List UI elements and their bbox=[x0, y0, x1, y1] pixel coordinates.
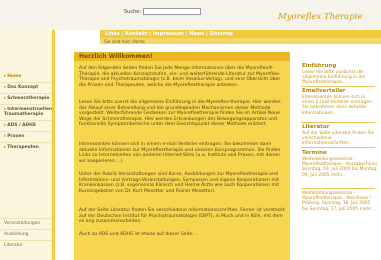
sidebar-item-label: Intermenstruellen Traumatherapie bbox=[4, 107, 52, 117]
bullet-icon: ▸ bbox=[4, 74, 7, 79]
divider bbox=[0, 104, 52, 105]
sidebar-link-literatur[interactable]: Literatur bbox=[4, 243, 23, 248]
sidebar-item-label: Praxen bbox=[7, 134, 25, 139]
intro-paragraph: Auf der Seite Literatur finden Sie versc… bbox=[79, 208, 285, 224]
teaser-text[interactable]: Interessenten können sich in einen E-mai… bbox=[302, 95, 378, 116]
intro-paragraph: Interessenten können sich in einem e-mai… bbox=[79, 142, 281, 164]
sidebar-link-veranstaltungen[interactable]: Veranstaltungen bbox=[4, 221, 40, 226]
top-links[interactable]: Links | Kontakt | Impressum | News | Sit… bbox=[105, 31, 233, 37]
sidebar-item-label: Home bbox=[7, 74, 22, 79]
logo-text: Myoreflex Therapie bbox=[278, 12, 362, 22]
sidebar-item-label: Das Konzept bbox=[7, 85, 39, 90]
intro-paragraph: Lesen Sie bitte zuerst die allgemeine Ei… bbox=[79, 100, 281, 127]
bullet-icon: ▸ bbox=[4, 123, 7, 128]
sidebar-link-ausbildung[interactable]: Ausbildung bbox=[4, 232, 28, 237]
bullet-icon: ▸ bbox=[4, 96, 7, 101]
divider bbox=[0, 82, 52, 83]
event-text[interactable]: Weiterbildungsseminar - Myoreflextherapi… bbox=[302, 157, 378, 178]
intro-paragraph: Auch zu ADS und ADHS ist etwas auf diese… bbox=[79, 232, 199, 237]
teaser-text[interactable]: Auf der Seite Literatur finden Sie versc… bbox=[302, 131, 378, 147]
intro-paragraph: Unter der Rubrik Veranstaltungen sind Ku… bbox=[79, 172, 280, 194]
logo[interactable]: Myoreflex Therapie bbox=[277, 8, 378, 24]
sidebar-item-home[interactable]: ▸Home bbox=[4, 74, 21, 79]
logo-wordmark: Myoreflex Therapie bbox=[277, 12, 362, 22]
divider bbox=[0, 218, 52, 219]
divider bbox=[301, 86, 375, 87]
sidebar-heading-einfuehrung: Einführung bbox=[302, 63, 337, 69]
divider bbox=[0, 240, 52, 241]
sidebar-heading-emailverteiler: Emailverteiler bbox=[302, 88, 346, 94]
page: Suche: Myoreflex Therapie ▸Home ▸Das Kon… bbox=[0, 0, 381, 260]
search-input[interactable] bbox=[143, 8, 201, 15]
event-text[interactable]: Weiterbildungsseminar - Myoreflextherapi… bbox=[302, 191, 378, 212]
sidebar-accent bbox=[52, 30, 55, 260]
sidebar-item-ads-adhs[interactable]: ▸ADS / ADHS bbox=[4, 123, 36, 128]
breadcrumb: Sie sind hier: Home bbox=[104, 39, 145, 44]
divider bbox=[0, 142, 52, 143]
bullet-icon: ▸ bbox=[4, 85, 7, 90]
bullet-icon: ▸ bbox=[4, 134, 7, 139]
sidebar-item-label: Schmerztherapie bbox=[7, 96, 50, 101]
sidebar-item-praxen[interactable]: ▸Praxen bbox=[4, 134, 25, 139]
divider bbox=[301, 122, 375, 123]
divider bbox=[0, 229, 52, 230]
intro-paragraph: Auf den folgenden Seiten finden Sie jede… bbox=[79, 66, 281, 88]
divider bbox=[0, 120, 52, 121]
divider bbox=[0, 131, 52, 132]
sidebar-item-therapeuten[interactable]: ▸Therapeuten bbox=[4, 145, 39, 150]
divider bbox=[301, 147, 375, 148]
sidebar-item-label: Therapeuten bbox=[7, 145, 39, 150]
bullet-icon: ▸ bbox=[4, 145, 7, 150]
sidebar-heading-literatur: Literatur bbox=[302, 124, 330, 130]
page-title: Herzlich Willkommen! bbox=[79, 53, 153, 60]
divider bbox=[301, 188, 375, 189]
sidebar-item-label: ADS / ADHS bbox=[7, 123, 36, 128]
search-label: Suche: bbox=[124, 9, 142, 15]
teaser-text[interactable]: Lesen Sie bitte zunächst die allgemeine … bbox=[302, 70, 378, 86]
sidebar-item-konzept[interactable]: ▸Das Konzept bbox=[4, 85, 38, 90]
sidebar-item-traumatherapie[interactable]: ▸Intermenstruellen Traumatherapie bbox=[4, 107, 52, 117]
sidebar-heading-termine: Termine bbox=[302, 150, 327, 156]
sidebar-item-schmerztherapie[interactable]: ▸Schmerztherapie bbox=[4, 96, 49, 101]
divider bbox=[0, 93, 52, 94]
